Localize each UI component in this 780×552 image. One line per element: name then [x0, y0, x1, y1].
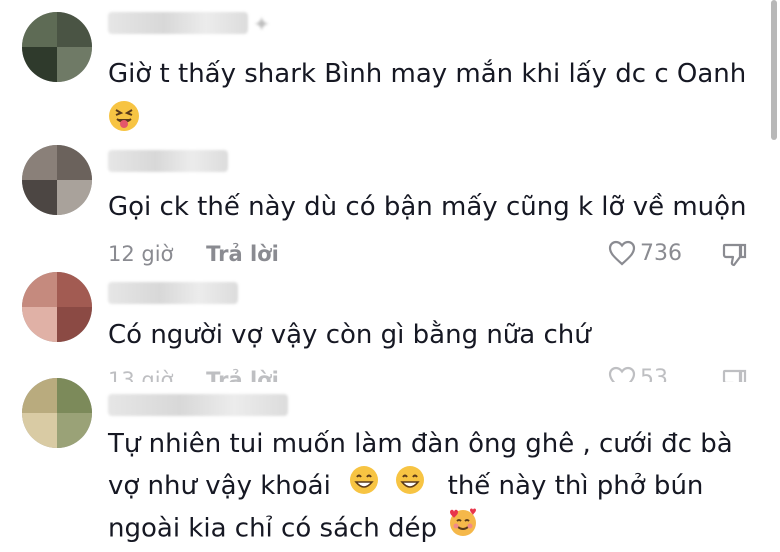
username-blurred[interactable] [108, 282, 238, 304]
smiling-face-with-hearts-emoji [447, 506, 479, 552]
avatar[interactable] [22, 145, 92, 215]
like-count: 53 [640, 366, 668, 382]
avatar[interactable] [22, 272, 92, 342]
reply-button[interactable]: Trả lời [206, 368, 279, 382]
avatar[interactable] [22, 378, 92, 448]
heart-icon [608, 240, 636, 266]
squinting-tongue-emoji [108, 100, 140, 136]
reply-button[interactable]: Trả lời [206, 242, 279, 266]
grinning-emoji [349, 465, 379, 509]
username-blurred[interactable]: ✦ [108, 12, 270, 36]
comment-meta: 13 giờ Trả lời [108, 368, 279, 382]
like-button[interactable]: 736 [608, 240, 682, 266]
comment-text: Giờ t thấy shark Bình may mắn khi lấy dc… [108, 59, 747, 89]
heart-icon [608, 366, 636, 382]
like-button[interactable]: 53 [608, 366, 668, 382]
scrollbar[interactable] [771, 0, 777, 140]
dislike-icon[interactable] [722, 368, 748, 382]
comment-text: Gọi ck thế này dù có bận mấy cũng k lỡ v… [108, 192, 747, 222]
avatar[interactable] [22, 12, 92, 82]
comment-meta: 12 giờ Trả lời [108, 242, 279, 266]
dislike-icon[interactable] [722, 242, 748, 268]
username-blurred[interactable] [108, 150, 228, 172]
timestamp: 13 giờ [108, 368, 174, 382]
comment-text: ngoài kia chỉ có sách dép [108, 506, 479, 552]
timestamp: 12 giờ [108, 242, 174, 266]
comment-text: vợ như vậy khoái thế này thì phở bún [108, 464, 703, 509]
comment-text: Tự nhiên tui muốn làm đàn ông ghê , cưới… [108, 429, 733, 459]
username-blurred[interactable] [108, 394, 288, 416]
comment-text: Có người vợ vậy còn gì bằng nữa chứ [108, 320, 591, 350]
grinning-emoji [395, 465, 425, 509]
like-count: 736 [640, 240, 682, 266]
